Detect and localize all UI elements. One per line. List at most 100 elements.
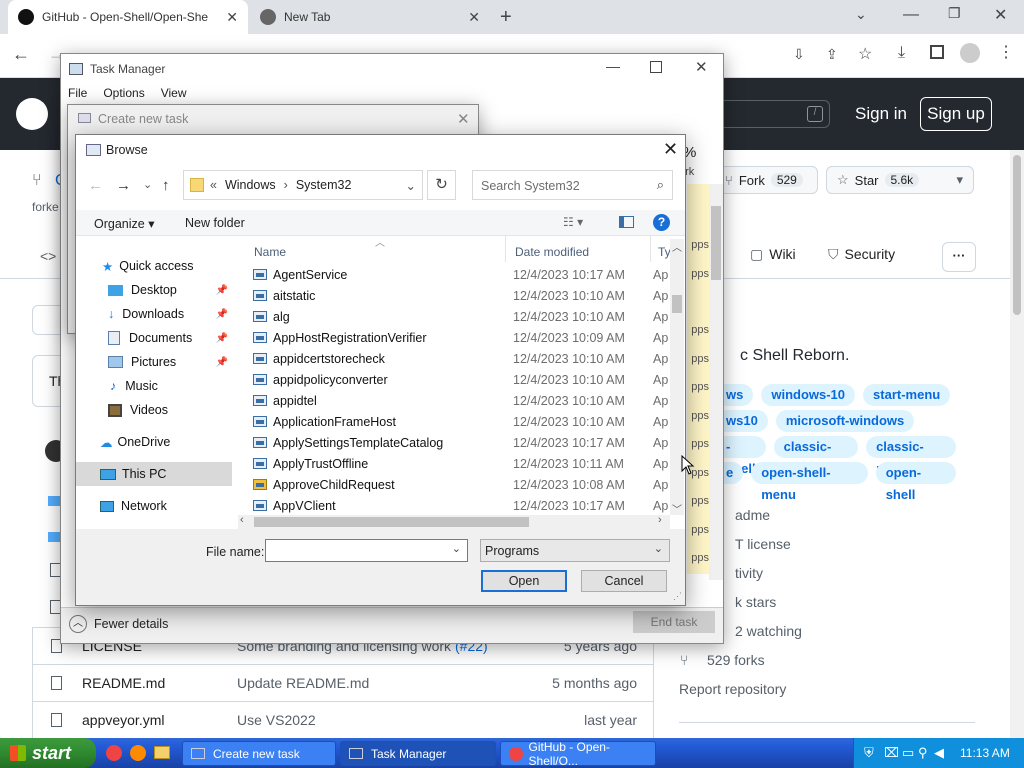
file-name[interactable]: appveyor.yml (82, 712, 237, 728)
open-button[interactable]: Open (481, 570, 567, 592)
file-name[interactable]: README.md (82, 675, 237, 691)
list-item[interactable]: AgentService 12/4/2023 10:17 AM Ap (251, 264, 673, 285)
page-scrollbar[interactable] (1010, 150, 1024, 738)
taskbar-item-task-manager[interactable]: Task Manager (340, 741, 496, 766)
chevron-down-icon[interactable]: ⌄ (654, 542, 663, 555)
menu-kebab-icon[interactable]: ⋮ (998, 42, 1014, 62)
menu-view[interactable]: View (161, 86, 187, 100)
report-repository-link[interactable]: Report repository (679, 681, 786, 697)
column-divider[interactable] (650, 236, 651, 262)
breadcrumb-system32[interactable]: System32 (296, 178, 352, 192)
close-icon[interactable]: ✕ (457, 110, 470, 128)
menu-options[interactable]: Options (103, 86, 144, 100)
close-window-icon[interactable]: ✕ (994, 5, 1007, 25)
scroll-down-icon[interactable]: ﹀ (672, 501, 682, 516)
chevron-down-icon[interactable]: ⌄ (406, 178, 416, 193)
preview-pane-icon[interactable] (619, 216, 634, 228)
resize-grip-icon[interactable]: ⋰ (673, 591, 682, 602)
address-bar[interactable]: « Windows › System32 ⌄ (183, 170, 423, 200)
downloads-icon[interactable]: ⤓ (898, 44, 905, 62)
column-name[interactable]: Name (254, 245, 286, 259)
nav-network[interactable]: Network (76, 494, 236, 518)
side-panel-icon[interactable] (930, 45, 944, 59)
fewer-details-link[interactable]: Fewer details (94, 617, 168, 631)
commit-message[interactable]: Update README.md (237, 675, 369, 691)
recent-locations-icon[interactable]: ⌄ (143, 178, 152, 191)
activity-link[interactable]: tivity (735, 565, 763, 581)
menu-file[interactable]: File (68, 86, 87, 100)
start-button[interactable]: start (0, 738, 96, 768)
topic-tag[interactable]: windows-10 (761, 384, 856, 406)
maximize-icon[interactable] (650, 61, 662, 73)
chrome-quicklaunch-icon[interactable] (106, 745, 122, 761)
nav-quick-access[interactable]: ★ Quick access (76, 254, 236, 278)
scroll-left-icon[interactable]: ‹ (240, 514, 244, 526)
list-item[interactable]: alg 12/4/2023 10:10 AM Ap (251, 306, 673, 327)
security-shield-icon[interactable]: ⛨ (864, 745, 874, 761)
nav-onedrive[interactable]: ☁ OneDrive (76, 430, 236, 454)
list-item[interactable]: ApproveChildRequest 12/4/2023 10:08 AM Ap (251, 474, 673, 495)
new-tab-icon[interactable]: + (500, 6, 512, 29)
close-tab-icon[interactable]: ✕ (468, 9, 480, 26)
new-folder-button[interactable]: New folder (185, 216, 245, 230)
restore-icon[interactable]: ❐ (948, 5, 961, 22)
list-item[interactable]: ApplyTrustOffline 12/4/2023 10:11 AM Ap (251, 453, 673, 474)
topic-tag[interactable]: open-shell (875, 462, 956, 502)
star-button[interactable]: ☆ Star 5.6k ▾ (826, 166, 974, 194)
scroll-up-icon[interactable]: ︿ (672, 239, 682, 254)
list-item[interactable]: ApplySettingsTemplateCatalog 12/4/2023 10… (251, 432, 673, 453)
refresh-icon[interactable]: ↻ (427, 170, 456, 200)
profile-avatar-icon[interactable] (960, 43, 980, 63)
readme-link[interactable]: adme (735, 507, 770, 523)
code-icon[interactable]: <> (40, 248, 56, 264)
network-icon[interactable]: ⚲ (918, 745, 928, 761)
nav-this-pc[interactable]: This PC (76, 462, 232, 486)
nav-videos[interactable]: Videos (76, 398, 236, 422)
cancel-button[interactable]: Cancel (581, 570, 667, 592)
scroll-right-icon[interactable]: › (658, 514, 662, 526)
close-icon[interactable]: ✕ (695, 58, 708, 76)
list-item[interactable]: appidtel 12/4/2023 10:10 AM Ap (251, 390, 673, 411)
bookmark-star-icon[interactable]: ☆ (858, 44, 872, 64)
column-date-modified[interactable]: Date modified (515, 245, 589, 259)
organize-button[interactable]: Organize ▾ (94, 216, 154, 231)
search-input[interactable]: Search System32 ⌕ (472, 170, 673, 200)
tab-wiki[interactable]: ▢ Wiki (750, 246, 796, 263)
github-logo-icon[interactable] (16, 98, 48, 130)
taskbar-item-github[interactable]: GitHub - Open-Shell/O... (500, 740, 656, 768)
share-icon[interactable]: ⇪ (826, 46, 838, 63)
list-item[interactable]: appidpolicyconverter 12/4/2023 10:10 AM Ap (251, 369, 673, 390)
taskbar-item-create-task[interactable]: Create new task (182, 741, 336, 766)
column-type[interactable]: Ty (658, 245, 671, 259)
tab-security[interactable]: ⛉ Security (828, 246, 895, 263)
device-icon[interactable]: ⌧ (884, 745, 899, 761)
minimize-icon[interactable]: — (903, 6, 919, 24)
nav-desktop[interactable]: Desktop 📌 (76, 278, 236, 302)
nav-pictures[interactable]: Pictures 📌 (76, 350, 236, 374)
breadcrumb-overflow[interactable]: « (210, 178, 217, 192)
topic-tag[interactable]: microsoft-windows (775, 410, 915, 432)
table-row[interactable]: README.md Update README.md 5 months ago (33, 664, 653, 701)
help-icon[interactable]: ? (653, 214, 670, 231)
file-name-field[interactable]: ⌄ (265, 539, 468, 562)
display-icon[interactable]: ▭ (902, 745, 914, 761)
topic-tag[interactable]: classic-start (773, 436, 859, 476)
scrollbar-thumb[interactable] (672, 295, 682, 313)
list-item[interactable]: ApplicationFrameHost 12/4/2023 10:10 AM Ap (251, 411, 673, 432)
breadcrumb-windows[interactable]: Windows (225, 178, 276, 192)
list-item[interactable]: AppVClient 12/4/2023 10:17 AM Ap (251, 495, 673, 516)
forks-link[interactable]: 529 forks (707, 652, 765, 668)
scrollbar-thumb[interactable] (711, 206, 721, 280)
topic-tag[interactable]: start-menu (863, 384, 951, 406)
topic-tag[interactable]: open-shell-menu (751, 462, 868, 502)
minimize-icon[interactable]: — (606, 58, 620, 74)
clock[interactable]: 11:13 AM (960, 746, 1010, 760)
end-task-button[interactable]: End task (633, 611, 715, 633)
back-icon[interactable]: ← (12, 44, 30, 65)
license-link[interactable]: T license (735, 536, 791, 552)
sign-in-link[interactable]: Sign in (855, 104, 907, 124)
scrollbar-thumb[interactable] (1013, 155, 1021, 315)
nav-music[interactable]: ♪ Music (76, 374, 236, 398)
table-row[interactable]: appveyor.yml Use VS2022 last year (33, 701, 653, 738)
back-icon[interactable]: ← (88, 177, 103, 194)
